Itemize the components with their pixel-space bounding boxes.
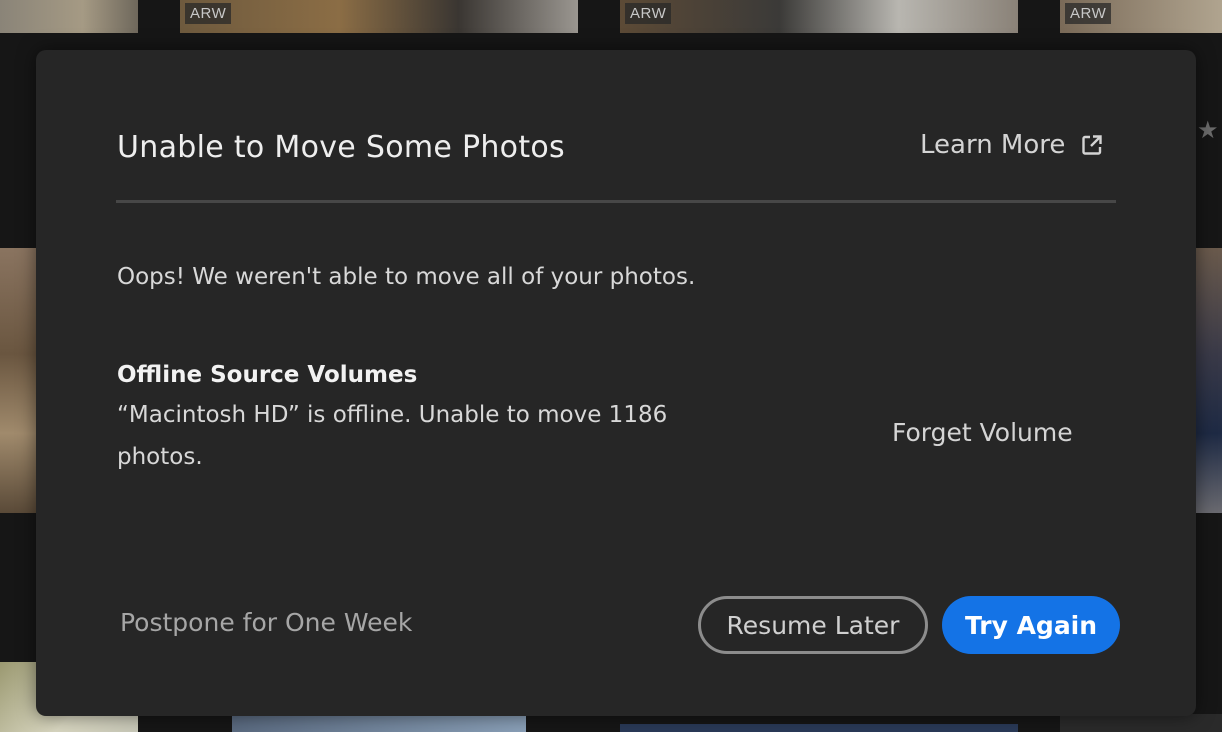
move-photos-error-dialog: Unable to Move Some Photos Learn More Oo… <box>36 50 1196 716</box>
offline-volume-description: “Macintosh HD” is offline. Unable to mov… <box>117 402 668 470</box>
file-type-badge: ARW <box>185 3 232 24</box>
postpone-button[interactable]: Postpone for One Week <box>120 608 412 637</box>
photo-thumbnail[interactable] <box>0 248 36 513</box>
resume-later-button[interactable]: Resume Later <box>698 596 928 654</box>
error-message: Oops! We weren't able to move all of you… <box>117 264 696 290</box>
photo-thumbnail[interactable] <box>1196 248 1222 513</box>
photo-thumbnail[interactable] <box>232 714 526 732</box>
learn-more-label: Learn More <box>920 130 1066 160</box>
external-link-icon <box>1082 135 1103 155</box>
header-divider <box>116 200 1116 203</box>
dialog-title: Unable to Move Some Photos <box>117 130 565 165</box>
photo-thumbnail[interactable] <box>1060 714 1222 732</box>
photo-thumbnail[interactable]: ARW <box>180 0 578 33</box>
photo-thumbnail[interactable] <box>620 724 1018 732</box>
file-type-badge: ARW <box>625 3 672 24</box>
star-icon[interactable]: ★ <box>1197 116 1219 144</box>
forget-volume-button[interactable]: Forget Volume <box>892 418 1073 447</box>
file-type-badge: ARW <box>1065 3 1112 24</box>
photo-thumbnail[interactable] <box>0 0 138 33</box>
photo-thumbnail[interactable]: ARW <box>620 0 1018 33</box>
photo-thumbnail[interactable]: ARW <box>1060 0 1222 33</box>
learn-more-link[interactable]: Learn More <box>920 130 1103 160</box>
offline-volumes-heading: Offline Source Volumes <box>117 362 418 388</box>
try-again-button[interactable]: Try Again <box>942 596 1120 654</box>
